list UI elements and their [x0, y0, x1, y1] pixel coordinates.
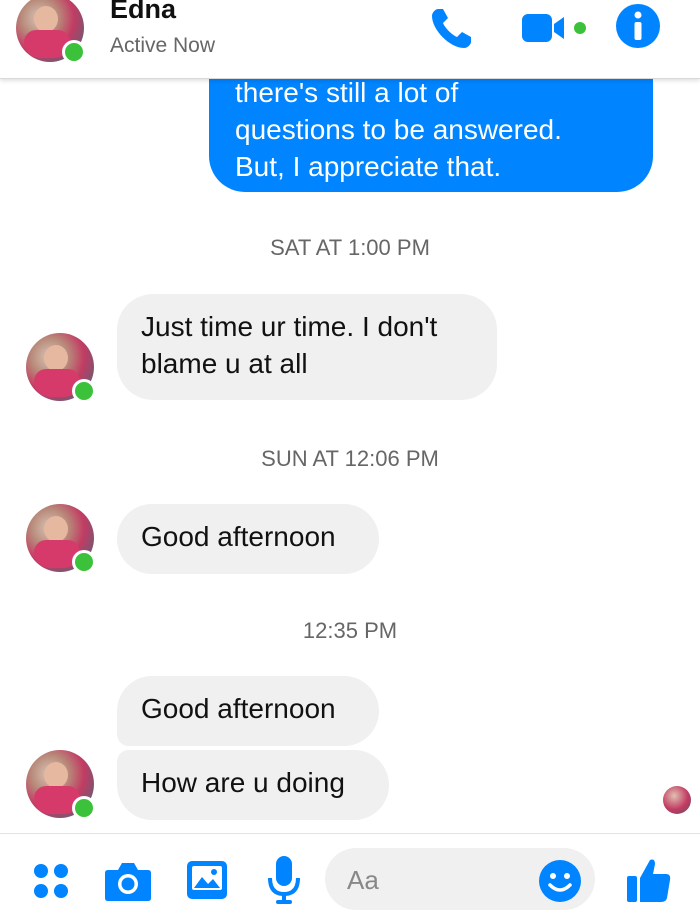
message-line: questions to be answered. — [235, 114, 562, 145]
avatar-face — [34, 6, 58, 32]
info-icon[interactable] — [614, 2, 662, 50]
emoji-icon[interactable] — [538, 859, 582, 903]
timestamp-divider: 12:35 PM — [302, 618, 398, 643]
more-apps-icon[interactable] — [32, 862, 70, 900]
conversation-header: Edna Active Now — [0, 0, 700, 79]
incoming-message-bubble[interactable]: Good afternoon — [117, 504, 379, 574]
incoming-message-bubble[interactable]: Just time ur time. I don't blame u at al… — [117, 294, 497, 400]
sender-avatar[interactable] — [26, 750, 96, 820]
message-line: blame u at all — [141, 348, 308, 379]
camera-icon[interactable] — [104, 860, 152, 902]
message-composer: Aa — [0, 833, 700, 920]
outgoing-message-bubble[interactable]: there's still a lot of questions to be a… — [209, 64, 653, 192]
online-indicator — [72, 379, 96, 403]
gallery-icon[interactable] — [185, 859, 229, 901]
online-indicator — [72, 796, 96, 820]
incoming-message-bubble[interactable]: How are u doing — [117, 750, 389, 820]
message-line: Just time ur time. I don't — [141, 311, 438, 342]
thumbs-up-icon[interactable] — [626, 856, 672, 904]
message-line: there's still a lot of — [235, 77, 459, 108]
timestamp-divider: SAT AT 1:00 PM — [270, 235, 430, 260]
sender-avatar[interactable] — [26, 504, 96, 574]
timestamp-divider: SUN AT 12:06 PM — [261, 446, 439, 471]
phone-icon[interactable] — [428, 4, 476, 52]
online-indicator — [62, 40, 86, 64]
message-line: Good afternoon — [141, 521, 336, 552]
seen-receipt-avatar — [663, 786, 691, 814]
video-camera-icon[interactable] — [520, 8, 592, 48]
active-status: Active Now — [110, 34, 216, 57]
microphone-icon[interactable] — [266, 854, 302, 906]
message-line: Good afternoon — [141, 693, 336, 724]
contact-name[interactable]: Edna — [110, 0, 176, 25]
online-indicator — [72, 550, 96, 574]
avatar-face — [44, 345, 68, 371]
avatar-face — [44, 516, 68, 542]
message-line: But, I appreciate that. — [235, 151, 502, 182]
avatar-face — [44, 762, 68, 788]
message-line: How are u doing — [141, 767, 345, 798]
contact-avatar[interactable] — [16, 0, 86, 64]
incoming-message-bubble[interactable]: Good afternoon — [117, 676, 379, 746]
sender-avatar[interactable] — [26, 333, 96, 403]
message-input-placeholder: Aa — [347, 865, 379, 895]
